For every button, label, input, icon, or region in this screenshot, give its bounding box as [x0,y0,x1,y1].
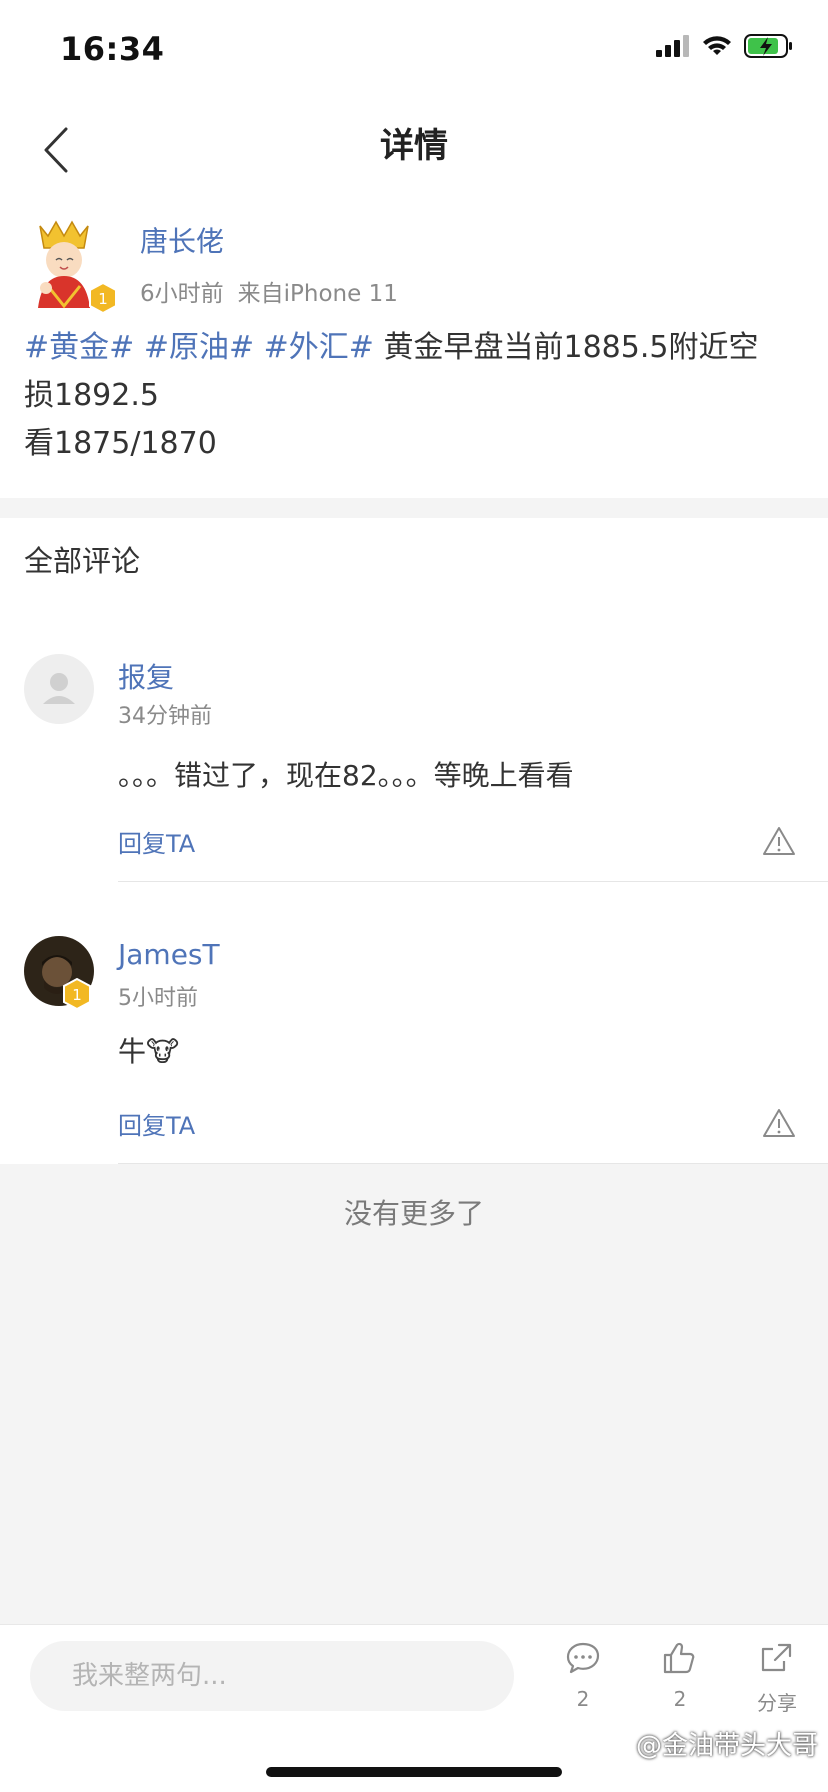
post-text-line2: 损1892.5 [24,378,159,413]
comment-avatar[interactable]: 1 [24,936,94,1010]
level-badge-number: 1 [98,290,108,308]
comment-time: 5小时前 [118,986,198,1011]
post-text-line1: 黄金早盘当前1885.5附近空 [383,330,759,365]
report-button[interactable] [762,826,796,856]
share-button[interactable]: 分享 [737,1641,817,1716]
wifi-icon [703,36,731,55]
comments-header: 全部评论 [24,544,141,578]
level-badge-icon: 1 [89,282,117,314]
comment-input[interactable] [30,1641,514,1711]
no-more-text: 没有更多了 [343,1197,484,1230]
thumbs-up-icon [663,1642,695,1674]
comments-section: 全部评论 报复 34分钟前 。。。错过了，现在82。。。等晚上看看 回复TA 1… [0,518,828,1164]
page-title: 详情 [380,126,448,166]
battery-icon [744,34,792,58]
hashtag-oil[interactable]: #原油# [144,330,254,365]
comment-divider [118,1163,828,1164]
post-content: #黄金# #原油# #外汇# 黄金早盘当前1885.5附近空 损1892.5 看… [24,324,788,468]
status-bar: 16:34 [0,0,828,100]
level-badge-number: 1 [72,986,82,1004]
like-button[interactable]: 2 [640,1641,720,1711]
comment-count: 2 [576,1687,590,1711]
comment-text: 。。。错过了，现在82。。。等晚上看看 [118,759,574,792]
comment-item: 1 JamesT 5小时前 牛🐮 回复TA [0,882,828,1164]
post-text-line3: 看1875/1870 [24,426,217,461]
share-icon [761,1643,792,1672]
post-card: 1 唐长佬 6小时前 来自iPhone 11 #黄金# #原油# #外汇# 黄金早… [0,200,828,498]
report-button[interactable] [762,1108,796,1138]
nav-bar: 详情 [0,100,828,200]
detail-page: 16:34 详情 1 唐长佬 6小时前 来自iPhone 11 #黄金# #原油… [0,0,828,1792]
warning-icon [763,1109,795,1137]
comment-time: 34分钟前 [118,704,212,729]
hashtag-forex[interactable]: #外汇# [264,330,374,365]
post-source: 来自iPhone 11 [237,281,398,307]
reply-button[interactable]: 回复TA [118,824,195,859]
author-name[interactable]: 唐长佬 [140,220,224,260]
share-label: 分享 [757,1691,797,1715]
comment-text: 牛🐮 [118,1035,180,1068]
home-indicator [266,1767,562,1777]
status-icons [656,34,794,58]
level-badge-icon: 1 [63,978,91,1010]
comment-button[interactable]: 2 [543,1641,623,1711]
like-count: 2 [673,1687,687,1711]
comment-author[interactable]: 报复 [118,656,174,696]
post-time: 6小时前 [140,281,224,307]
post-meta: 6小时前 来自iPhone 11 [140,274,398,308]
hashtag-gold[interactable]: #黄金# [24,330,134,365]
author-avatar[interactable]: 1 [26,216,122,314]
warning-icon [763,827,795,855]
signal-icon [656,35,689,57]
chat-bubble-icon [566,1642,600,1674]
comment-author[interactable]: JamesT [118,938,220,971]
reply-button[interactable]: 回复TA [118,1106,195,1141]
comment-item: 报复 34分钟前 。。。错过了，现在82。。。等晚上看看 回复TA [0,618,828,882]
default-user-icon [24,654,94,724]
bottom-bar: 2 2 分享 @金油带头大哥 [0,1624,828,1792]
watermark: @金油带头大哥 [635,1731,818,1761]
comment-avatar[interactable] [24,654,94,724]
status-time: 16:34 [60,30,165,68]
